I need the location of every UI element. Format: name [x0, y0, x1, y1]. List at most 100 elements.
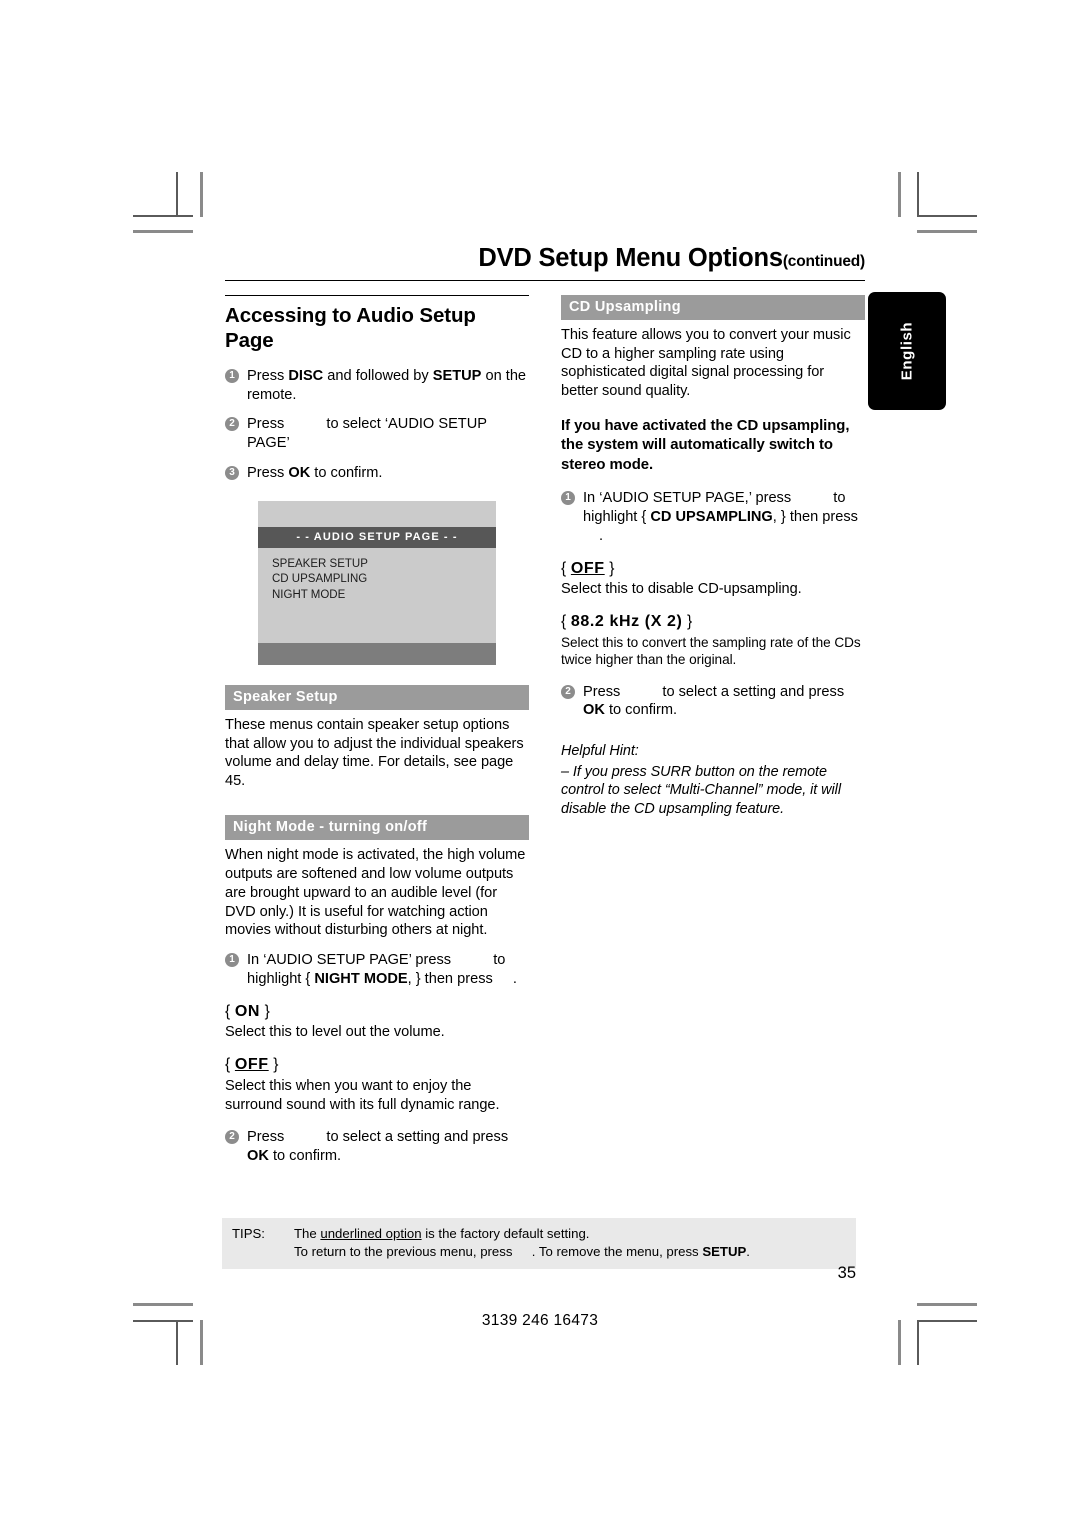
step-text-mid2: , } then press: [407, 970, 497, 987]
option-value-off: OFF: [234, 1056, 269, 1074]
step-text-post: to confirm.: [604, 702, 678, 719]
tips-line-2-pre: To return to the previous menu, press: [294, 1243, 517, 1259]
crop-mark-top-left-h: [133, 215, 193, 217]
step-text-bold-night-mode: NIGHT MODE: [314, 970, 408, 987]
crop-mark-top-right-v: [917, 172, 919, 217]
step-text-pre: Press: [247, 465, 289, 482]
step-text-bold-ok: OK: [247, 1148, 269, 1165]
step-text-post: .: [595, 527, 604, 544]
option-brace-open: {: [225, 1002, 235, 1020]
option-value-on: ON: [234, 1002, 261, 1020]
option-desc-cd-upsampling-882khz: Select this to convert the sampling rate…: [561, 634, 861, 668]
option-brace-close: }: [260, 1002, 270, 1020]
step-text-bold-ok: OK: [288, 465, 311, 482]
crop-mark-top-right-bleed-v: [898, 172, 901, 217]
tips-line-2-bold-setup: SETUP: [702, 1243, 747, 1259]
step-1-press-disc: 1 Press DISC and followed by SETUP on th…: [225, 367, 529, 405]
option-brace-open: {: [561, 612, 571, 630]
step-number: 2: [225, 1130, 239, 1145]
section-bar-cd-upsampling: CD Upsampling: [561, 294, 865, 320]
step-text-post: to confirm.: [268, 1148, 342, 1165]
tv-screen-footer-bar: [258, 642, 496, 665]
tips-line-2: To return to the previous menu, press . …: [294, 1243, 846, 1261]
step-text-pre: Press: [247, 416, 289, 433]
step-text-pre: Press: [247, 1129, 289, 1146]
crop-mark-top-left-bleed-h: [133, 230, 193, 233]
helpful-hint-body: – If you press SURR button on the remote…: [561, 763, 841, 817]
tips-line-1-pre: The: [294, 1226, 321, 1241]
cd-upsampling-bold-note: If you have activated the CD upsampling,…: [561, 418, 850, 473]
tips-row-1: TIPS: The underlined option is the facto…: [232, 1225, 846, 1243]
tips-box: TIPS: The underlined option is the facto…: [222, 1218, 856, 1270]
option-desc-night-mode-off: Select this when you want to enjoy the s…: [225, 1077, 500, 1113]
step-2-press-to-select: 2 Press to select ‘AUDIO SETUP PAGE’: [225, 415, 529, 453]
language-thumb-tab: English: [868, 292, 946, 410]
left-column: Accessing to Audio Setup Page 1 Press DI…: [225, 294, 529, 1177]
step-number: 1: [561, 491, 575, 506]
tv-screen-title: - - AUDIO SETUP PAGE - -: [258, 526, 496, 548]
step-number: 1: [225, 368, 239, 383]
page-content: DVD Setup Menu Options(continued) Access…: [225, 245, 865, 1177]
running-head: DVD Setup Menu Options(continued): [225, 245, 865, 277]
language-thumb-tab-label: English: [898, 321, 916, 381]
crop-mark-top-right-bleed-h: [917, 230, 977, 233]
step-number: 2: [561, 684, 575, 699]
tips-label: TIPS:: [232, 1226, 265, 1241]
option-brace-open: {: [561, 559, 571, 577]
tv-screen-mockup: - - AUDIO SETUP PAGE - - SPEAKER SETUP C…: [258, 500, 496, 665]
option-brace-close: }: [604, 559, 615, 577]
section-bar-speaker-setup: Speaker Setup: [225, 684, 529, 710]
crop-mark-bottom-left-bleed-h: [133, 1303, 193, 1306]
step-text-mid2: , } then press: [772, 508, 858, 525]
cd-upsampling-step-1: 1 In ‘AUDIO SETUP PAGE,’ press to highli…: [561, 489, 865, 545]
tv-menu-item-cd-upsampling: CD UPSAMPLING: [272, 573, 368, 586]
option-label-night-mode-on: { ON }: [225, 1002, 529, 1022]
crop-mark-bottom-right-bleed-h: [917, 1303, 977, 1306]
helpful-hint-title: Helpful Hint:: [561, 743, 639, 760]
option-desc-night-mode-on: Select this to level out the volume.: [225, 1024, 445, 1041]
step-3-press-ok: 3 Press OK to confirm.: [225, 464, 529, 483]
tv-screen-menu-list: SPEAKER SETUP CD UPSAMPLING NIGHT MODE: [258, 548, 496, 643]
step-text-bold-cd-upsampling: CD UPSAMPLING: [650, 508, 773, 525]
running-head-continued: (continued): [782, 253, 865, 270]
crop-mark-top-left-v: [176, 172, 178, 217]
tips-line-1-post: is the factory default setting.: [421, 1226, 590, 1241]
body-columns: Accessing to Audio Setup Page 1 Press DI…: [225, 294, 865, 1177]
crop-mark-top-left-bleed-v: [200, 172, 203, 217]
tips-line-1-underlined: underlined option: [320, 1226, 422, 1241]
cd-upsampling-step-2: 2 Press to select a setting and press OK…: [561, 683, 865, 721]
running-head-title: DVD Setup Menu Options: [478, 244, 783, 272]
option-value-off: OFF: [570, 559, 605, 577]
step-text-mid: and followed by: [323, 367, 433, 384]
step-text-pre: In ‘AUDIO SETUP PAGE,’ press: [583, 490, 796, 507]
right-column: CD Upsampling This feature allows you to…: [561, 294, 865, 830]
header-rule: [225, 279, 865, 281]
tips-line-1: The underlined option is the factory def…: [294, 1225, 846, 1243]
step-text-post: to confirm.: [310, 465, 383, 482]
page-number: 35: [837, 1264, 856, 1282]
tips-line-2-mid: . To remove the menu, press: [528, 1243, 703, 1259]
step-number: 3: [225, 466, 239, 481]
section-bar-night-mode: Night Mode - turning on/off: [225, 815, 529, 841]
step-text-pre: Press: [583, 683, 625, 700]
option-brace-close: }: [682, 612, 693, 630]
option-label-night-mode-off: { OFF }: [225, 1055, 529, 1075]
step-text-mid: to select a setting and press: [322, 1129, 509, 1146]
crop-mark-top-right-h: [917, 215, 977, 217]
step-text-post: .: [508, 970, 517, 987]
tips-line-2-post: .: [746, 1243, 750, 1259]
option-label-cd-upsampling-off: { OFF }: [561, 559, 865, 579]
night-mode-step-2: 2 Press to select a setting and press OK…: [225, 1128, 529, 1166]
tv-menu-item-speaker-setup: SPEAKER SETUP: [272, 557, 368, 570]
step-text-pre: Press: [247, 367, 289, 384]
step-text-bold-disc: DISC: [288, 367, 324, 384]
option-label-cd-upsampling-882khz: { 88.2 kHz (X 2) }: [561, 612, 865, 632]
option-value-882khz: 88.2 kHz (X 2): [570, 612, 683, 630]
section-heading-accessing-audio-setup: Accessing to Audio Setup Page: [225, 294, 529, 353]
step-text-bold-ok: OK: [583, 702, 605, 719]
document-code: 3139 246 16473: [481, 1312, 599, 1329]
step-text-mid: to select a setting and press: [658, 683, 845, 700]
night-mode-step-1: 1 In ‘AUDIO SETUP PAGE’ press to highlig…: [225, 951, 529, 989]
option-brace-open: {: [225, 1056, 235, 1074]
step-text-pre: In ‘AUDIO SETUP PAGE’ press: [247, 952, 456, 969]
